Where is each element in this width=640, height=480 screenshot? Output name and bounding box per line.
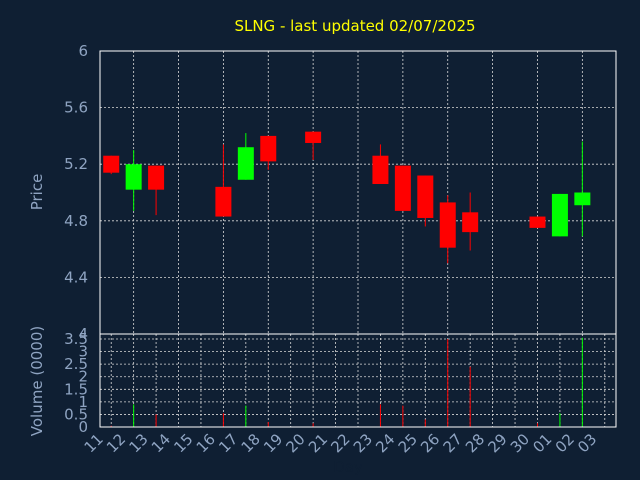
candle-body: [462, 212, 479, 233]
candle-body: [237, 147, 254, 180]
price-tick-label: 5.2: [64, 155, 88, 173]
candle-body: [305, 131, 322, 143]
price-axis-label: Price: [28, 174, 46, 211]
candle-body: [574, 192, 591, 206]
x-axis: 1112131415161718192021222324252627282930…: [81, 430, 601, 456]
price-panel: 65.65.24.84.44: [64, 42, 617, 343]
chart-title: SLNG - last updated 02/07/2025: [234, 17, 475, 35]
price-tick-label: 6: [78, 42, 88, 60]
candle-body: [551, 193, 568, 237]
volume-panel: 3.532.521.510.50: [64, 330, 617, 436]
x-axis-label: Day: [333, 458, 363, 476]
candle-body: [529, 216, 546, 228]
candle-body: [148, 165, 165, 190]
candle-body: [439, 202, 456, 248]
candlestick-chart: SLNG - last updated 02/07/2025 6 5.6 5.2 4.…: [28, 17, 617, 476]
candle-body: [103, 155, 120, 173]
price-tick-label: 4.8: [64, 212, 88, 230]
candle-body: [394, 165, 411, 211]
candle-body: [260, 135, 277, 162]
x-tick-label: 03: [574, 430, 600, 456]
price-tick-label: 4.4: [64, 268, 88, 286]
volume-axis-label: Volume (0000): [28, 326, 46, 436]
candle-body: [125, 164, 142, 190]
candle-body: [417, 175, 434, 218]
candle-body: [372, 155, 389, 185]
price-tick-label: 5.6: [64, 99, 88, 117]
volume-tick-label: 0: [78, 418, 88, 436]
candle-body: [215, 186, 232, 217]
